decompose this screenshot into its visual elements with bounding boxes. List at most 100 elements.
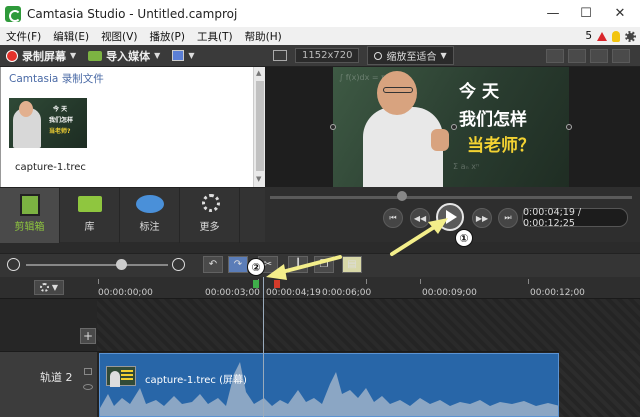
paste-button[interactable]: ▤ — [342, 256, 362, 273]
menu-right-status: 5 — [585, 27, 636, 45]
fast-forward-button[interactable]: ▶▶ — [472, 208, 492, 228]
zoom-out-icon[interactable] — [7, 258, 20, 271]
timeline-zoom-knob[interactable] — [116, 259, 127, 270]
canvas-dimensions[interactable]: 1152x720 — [295, 48, 360, 63]
step-2-marker: ② — [247, 258, 265, 276]
menu-view[interactable]: 视图(V) — [95, 29, 143, 44]
redo-button[interactable]: ↷ — [228, 256, 248, 273]
menu-help[interactable]: 帮助(H) — [239, 29, 288, 44]
resize-handle[interactable] — [330, 124, 336, 130]
import-media-button[interactable]: 导入媒体 ▼ — [82, 45, 166, 67]
menu-file[interactable]: 文件(F) — [0, 29, 47, 44]
split-button[interactable]: ┃ — [288, 256, 308, 273]
canvas-size-icon[interactable] — [273, 50, 287, 61]
chevron-down-icon: ▼ — [154, 51, 161, 60]
caption-line-3: 当老师？ — [467, 136, 535, 156]
import-media-label: 导入媒体 — [106, 49, 151, 63]
undo-button[interactable]: ↶ — [203, 256, 223, 273]
title-bar: Camtasia Studio - Untitled.camproj — ☐ ✕ — [0, 0, 640, 27]
detach-icon[interactable] — [590, 49, 608, 63]
menu-bar: 文件(F) 编辑(E) 视图(V) 播放(P) 工具(T) 帮助(H) 5 — [0, 27, 640, 45]
selection-end-marker[interactable] — [274, 280, 280, 288]
window-title: Camtasia Studio - Untitled.camproj — [27, 6, 238, 21]
chevron-down-icon: ▼ — [70, 51, 77, 60]
callout-icon — [136, 195, 164, 213]
ruler-label: 00:00:03;00 — [205, 288, 260, 298]
clip-thumbnail[interactable]: 今 天 我们怎样 当老师? — [9, 98, 87, 148]
rewind-button[interactable]: ◀◀ — [410, 208, 430, 228]
clip-bin-scrollbar[interactable]: ▲ ▼ — [253, 67, 265, 187]
tab-callouts[interactable]: 标注 — [120, 188, 180, 243]
pan-hand-icon[interactable] — [568, 49, 586, 63]
caption-line-1: 今天 — [459, 82, 505, 102]
clip-file-name[interactable]: capture-1.trec — [15, 162, 86, 173]
scrub-handle[interactable] — [397, 191, 407, 201]
warning-icon[interactable] — [597, 31, 607, 41]
track-settings-button[interactable]: ▼ — [34, 280, 64, 295]
left-toolbar: 录制屏幕 ▼ 导入媒体 ▼ ▼ — [0, 45, 265, 67]
record-icon — [6, 49, 18, 62]
clip-thumbnail — [106, 366, 136, 387]
zoom-in-icon[interactable] — [172, 258, 185, 271]
lock-icon[interactable] — [84, 368, 92, 375]
empty-track-area — [0, 299, 640, 351]
clip-bin: Camtasia 录制文件 今 天 我们怎样 当老师? capture-1.tr… — [0, 67, 265, 187]
ruler-label: 00:00:09;00 — [422, 288, 477, 298]
tab-label: 标注 — [139, 222, 160, 233]
timeline-zoom-slider[interactable] — [26, 264, 168, 266]
ruler-label: 00:00:04;19 — [266, 288, 321, 298]
camtasia-window: Camtasia Studio - Untitled.camproj — ☐ ✕… — [0, 0, 640, 417]
resize-handle[interactable] — [451, 124, 457, 130]
scroll-up-icon[interactable]: ▲ — [256, 69, 261, 77]
crop-icon[interactable] — [546, 49, 564, 63]
scroll-down-icon[interactable]: ▼ — [256, 175, 261, 183]
settings-icon[interactable] — [625, 30, 636, 42]
import-media-icon — [88, 50, 103, 61]
minimize-button[interactable]: — — [536, 0, 570, 27]
tab-label: 库 — [84, 222, 95, 233]
menu-tools[interactable]: 工具(T) — [191, 29, 239, 44]
produce-share-button[interactable]: ▼ — [166, 45, 200, 67]
more-icon — [202, 194, 220, 212]
resize-handle[interactable] — [566, 124, 572, 130]
track-name: 轨道 2 — [40, 371, 73, 384]
tab-library[interactable]: 库 — [60, 188, 120, 243]
add-track-button[interactable]: + — [80, 328, 96, 344]
ruler-label: 0:00:06;00 — [322, 288, 372, 298]
selection-start-marker[interactable] — [253, 280, 259, 288]
copy-button[interactable]: ❐ — [314, 256, 334, 273]
tab-more[interactable]: 更多 — [180, 188, 240, 243]
scrollbar-thumb[interactable] — [256, 81, 264, 171]
tab-label: 更多 — [199, 222, 220, 233]
notification-count[interactable]: 5 — [585, 30, 592, 42]
zoom-select[interactable]: 缩放至适合 ▼ — [367, 46, 454, 65]
left-tab-bar: 剪辑箱 库 标注 更多 — [0, 187, 265, 243]
fullscreen-icon[interactable] — [612, 49, 630, 63]
menu-play[interactable]: 播放(P) — [143, 29, 191, 44]
step-1-marker: ① — [455, 229, 473, 247]
caption-line-2: 我们怎样 — [459, 110, 527, 130]
glasses-icon — [383, 87, 413, 93]
zoom-label: 缩放至适合 — [386, 52, 437, 63]
tab-label: 剪辑箱 — [14, 222, 45, 233]
record-screen-button[interactable]: 录制屏幕 ▼ — [0, 45, 82, 67]
visibility-icon[interactable] — [83, 384, 93, 390]
empty-track-area — [559, 351, 640, 417]
menu-edit[interactable]: 编辑(E) — [47, 29, 95, 44]
chevron-down-icon: ▼ — [51, 283, 59, 292]
scrub-track[interactable] — [270, 196, 632, 199]
close-button[interactable]: ✕ — [603, 0, 637, 27]
skip-end-button[interactable]: ⏭ — [498, 208, 518, 228]
library-icon — [78, 196, 102, 212]
ruler-label: 00:00:00;00 — [98, 288, 153, 298]
tab-clip-bin[interactable]: 剪辑箱 — [0, 188, 60, 243]
film-icon — [20, 194, 40, 216]
maximize-button[interactable]: ☐ — [569, 0, 603, 27]
clip-label: capture-1.trec (屏幕) — [145, 375, 247, 386]
lightbulb-icon[interactable] — [612, 30, 620, 42]
playhead[interactable] — [263, 277, 264, 417]
play-button[interactable] — [436, 203, 464, 231]
record-screen-label: 录制屏幕 — [22, 49, 66, 63]
skip-start-button[interactable]: ⏮ — [383, 208, 403, 228]
play-icon — [446, 210, 457, 224]
